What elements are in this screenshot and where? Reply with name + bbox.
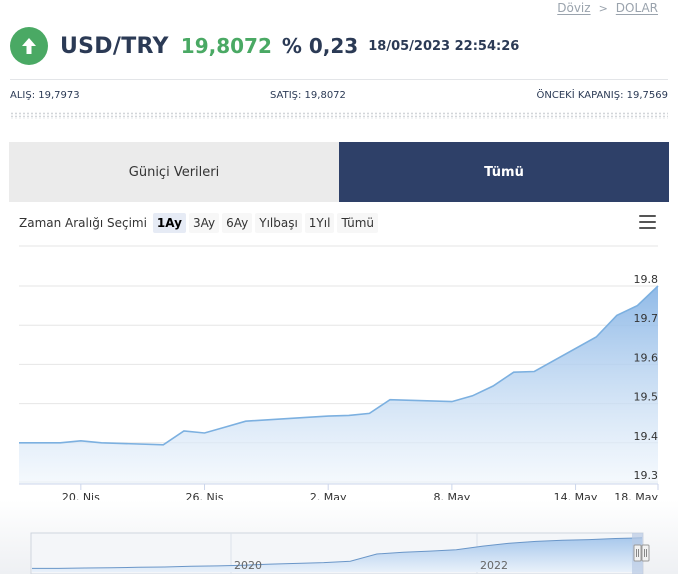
y-tick-label: 19.3: [634, 469, 659, 482]
navigator-label: 2020: [234, 559, 262, 572]
navigator: 2020 2022: [30, 532, 650, 574]
price-chart: 19.319.419.519.619.719.8 20. Nis 26. Nis 2…: [0, 245, 678, 574]
price-area-fill: [19, 286, 658, 484]
y-tick-label: 19.5: [634, 391, 659, 404]
y-tick-label: 19.7: [634, 312, 659, 325]
navigator-handle[interactable]: [641, 544, 650, 562]
y-tick-label: 19.4: [634, 430, 659, 443]
navigator-handle[interactable]: [633, 544, 642, 562]
navigator-label: 2022: [480, 559, 508, 572]
y-tick-label: 19.6: [634, 351, 659, 364]
y-tick-label: 19.8: [634, 273, 659, 286]
